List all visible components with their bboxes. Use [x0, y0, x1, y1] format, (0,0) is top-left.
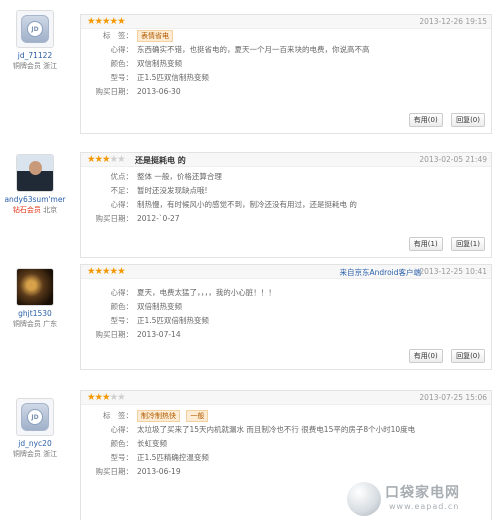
reviewer-level: 钻石会员 北京: [12, 206, 58, 214]
reviewer-level: 铜牌会员 浙江: [12, 450, 58, 458]
review-tag: 一般: [186, 410, 209, 422]
reviewer-name[interactable]: andy63sum'mer: [0, 195, 70, 204]
watermark-url: www.eapad.cn: [389, 502, 460, 511]
reviewer-info: JD jd_71122 铜牌会员 浙江: [0, 10, 70, 71]
field-row: 购买日期： 2013-06-19: [95, 467, 181, 476]
review-card: ★★★★★ 2013-12-26 19:15 标 签： 表情省电 心得： 东西确实…: [80, 14, 492, 134]
reviewer-name[interactable]: ghjt1530: [0, 309, 70, 318]
field-row: 型号： 正1.5匹精确控温变频: [110, 453, 209, 462]
reviewer-info: JD jd_nyc20 铜牌会员 浙江: [0, 398, 70, 459]
field-row: 心得： 夏天，电费太猛了，，，，我的小心脏！！！: [110, 288, 276, 297]
review-tag: 制冷制热快: [137, 410, 180, 422]
avatar[interactable]: [16, 154, 54, 192]
review-date: 2013-12-26 19:15: [419, 17, 487, 26]
review-item: andy63sum'mer 钻石会员 北京 ★★★★★ 还是挺耗电 的 2013…: [0, 150, 500, 262]
reviewer-level: 铜牌会员 浙江: [12, 62, 58, 70]
useful-button[interactable]: 有用(0): [408, 113, 443, 127]
reply-button[interactable]: 回复(0): [451, 113, 485, 127]
reviewer-name[interactable]: jd_nyc20: [0, 439, 70, 448]
jd-logo-icon: JD: [21, 15, 49, 43]
field-row: 优点： 整体 一般，价格还算合理: [110, 172, 222, 181]
useful-button[interactable]: 有用(1): [408, 237, 443, 251]
review-header: ★★★★★ 2013-07-25 15:06: [81, 391, 491, 405]
field-row: 颜色： 双倍制热变频: [110, 302, 183, 311]
field-row: 购买日期： 2012-`0-27: [95, 214, 180, 223]
rating-stars: ★★★★★: [87, 16, 126, 27]
watermark-title: 口袋家电网: [385, 485, 460, 501]
client-source-link[interactable]: 来自京东Android客户端: [340, 267, 422, 278]
field-row: 型号： 正1.5匹双倍制热变频: [110, 316, 209, 325]
reviewer-level: 铜牌会员 广东: [12, 320, 58, 328]
review-card: ★★★★★ 来自京东Android客户端 2013-12-25 10:41 心得…: [80, 264, 492, 370]
review-header: ★★★★★ 2013-12-26 19:15: [81, 15, 491, 29]
review-tag: 表情省电: [137, 30, 173, 42]
review-item: JD jd_71122 铜牌会员 浙江 ★★★★★ 2013-12-26 19:…: [0, 10, 500, 150]
review-item: ghjt1530 铜牌会员 广东 ★★★★★ 来自京东Android客户端 20…: [0, 264, 500, 374]
avatar[interactable]: JD: [16, 398, 54, 436]
jd-logo-icon: JD: [21, 403, 49, 431]
field-row: 心得： 太垃圾了买来了15天内机就漏水 而且制冷也不行 很费电15平的房子8个小时…: [110, 425, 416, 434]
review-date: 2013-12-25 10:41: [419, 267, 487, 276]
avatar[interactable]: JD: [16, 10, 54, 48]
review-title: 还是挺耗电 的: [135, 156, 186, 165]
watermark-logo-icon: [347, 482, 381, 516]
field-row: 型号： 正1.5匹双信制热变频: [110, 73, 209, 82]
field-row: 颜色： 双信制热变频: [110, 59, 183, 68]
field-row: 颜色： 长虹变频: [110, 439, 168, 448]
reviewer-name[interactable]: jd_71122: [0, 51, 70, 60]
field-row: 不足： 暂时还没发现缺点哦!: [110, 186, 208, 195]
avatar[interactable]: [16, 268, 54, 306]
tags-label: 标 签：: [103, 31, 133, 40]
rating-stars: ★★★★★: [87, 154, 126, 165]
useful-button[interactable]: 有用(0): [408, 349, 443, 363]
field-row: 购买日期： 2013-06-30: [95, 87, 181, 96]
field-row: 心得： 东西确实不错，也挺省电的，夏天一个月一百来块的电费，你说高不高: [110, 45, 370, 54]
review-header: ★★★★★ 来自京东Android客户端 2013-12-25 10:41: [81, 265, 491, 279]
field-row: 购买日期： 2013-07-14: [95, 330, 181, 339]
rating-stars: ★★★★★: [87, 392, 126, 403]
rating-stars: ★★★★★: [87, 266, 126, 277]
review-card: ★★★★★ 还是挺耗电 的 2013-02-05 21:49 优点： 整体 一般，…: [80, 152, 492, 258]
tags-row: 标 签： 表情省电: [81, 29, 491, 43]
reply-button[interactable]: 回复(1): [451, 237, 485, 251]
reviewer-info: ghjt1530 铜牌会员 广东: [0, 268, 70, 329]
site-watermark: 口袋家电网 www.eapad.cn: [345, 478, 495, 522]
review-date: 2013-07-25 15:06: [419, 393, 487, 402]
tags-label: 标 签：: [103, 411, 133, 420]
reviewer-info: andy63sum'mer 钻石会员 北京: [0, 154, 70, 215]
tags-row: 标 签： 制冷制热快 一般: [81, 409, 491, 423]
reply-button[interactable]: 回复(0): [451, 349, 485, 363]
field-row: 心得： 制热慢，有时候风小的感觉不到，制冷还没有用过，还是挺耗电 的: [110, 200, 357, 209]
review-date: 2013-02-05 21:49: [419, 155, 487, 164]
review-header: ★★★★★ 还是挺耗电 的 2013-02-05 21:49: [81, 153, 491, 167]
